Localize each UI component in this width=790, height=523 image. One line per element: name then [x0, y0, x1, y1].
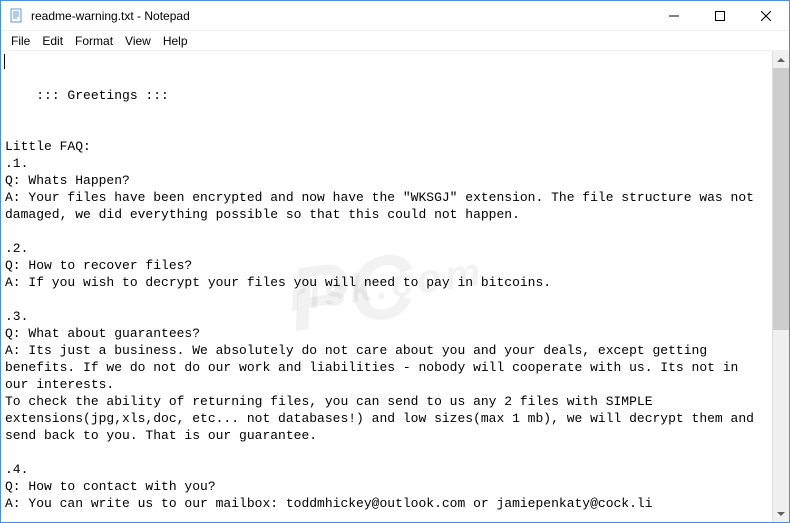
window-controls: [651, 1, 789, 30]
minimize-button[interactable]: [651, 1, 697, 31]
menubar: File Edit Format View Help: [1, 31, 789, 51]
menu-file[interactable]: File: [5, 32, 36, 50]
scroll-thumb[interactable]: [773, 68, 789, 330]
text-cursor: [4, 54, 5, 69]
menu-edit[interactable]: Edit: [36, 32, 69, 50]
vertical-scrollbar[interactable]: [772, 51, 789, 522]
document-text: ::: Greetings ::: Little FAQ: .1. Q: Wha…: [5, 88, 762, 522]
close-button[interactable]: [743, 1, 789, 31]
menu-format[interactable]: Format: [69, 32, 119, 50]
watermark-main: PC: [282, 234, 420, 350]
scroll-up-button[interactable]: [773, 51, 789, 68]
menu-help[interactable]: Help: [157, 32, 194, 50]
notepad-icon: [9, 8, 25, 24]
titlebar: readme-warning.txt - Notepad: [1, 1, 789, 31]
window-title: readme-warning.txt - Notepad: [31, 9, 651, 23]
menu-view[interactable]: View: [119, 32, 157, 50]
maximize-button[interactable]: [697, 1, 743, 31]
content-wrapper: ::: Greetings ::: Little FAQ: .1. Q: Wha…: [1, 51, 789, 522]
text-area[interactable]: ::: Greetings ::: Little FAQ: .1. Q: Wha…: [1, 51, 772, 522]
scroll-down-button[interactable]: [773, 505, 789, 522]
scroll-track[interactable]: [773, 68, 789, 505]
